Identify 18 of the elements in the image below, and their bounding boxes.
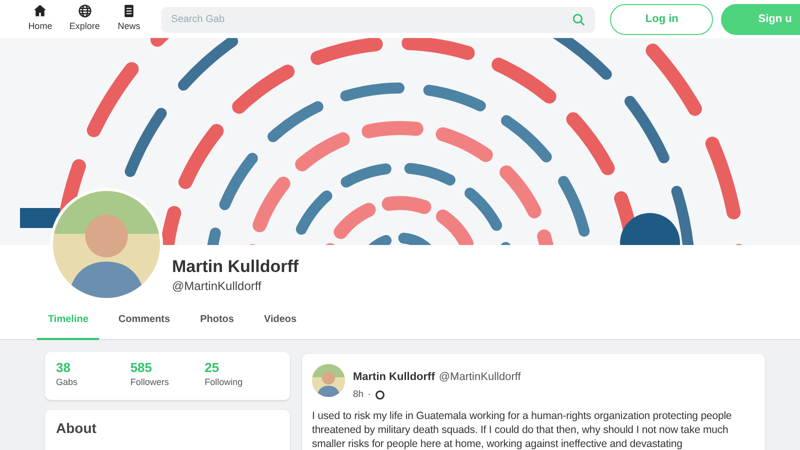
stat-label[interactable]: Following (204, 376, 279, 390)
tab[interactable]: Comments (107, 300, 182, 340)
author-handle[interactable]: @MartinKulldorff (438, 371, 521, 383)
search-field[interactable]: Search Gab (161, 6, 596, 32)
stat-label[interactable]: Followers (130, 376, 205, 390)
nav-link[interactable]: Explore (62, 4, 107, 34)
post-time[interactable]: 8h (353, 388, 364, 402)
post-text: I used to risk my life in Guatemala working for a human-rights organization protecting people threatened by military death squads. If I could do that then, why should I not now take much smaller risks for people here at home, working against ineffective and devastating (312, 409, 733, 450)
profile-handle: @MartinKulldorff (172, 278, 262, 295)
profile-name: Martin Kulldorff (172, 256, 299, 278)
nav-link[interactable]: News (106, 4, 152, 34)
tab[interactable]: Videos (252, 300, 308, 340)
about-heading: About (56, 419, 98, 438)
tab[interactable]: Photos (189, 300, 245, 340)
nav-link[interactable]: Home (18, 4, 62, 34)
separator: · (368, 388, 371, 402)
stat-label[interactable]: Gabs (56, 376, 130, 390)
author-name[interactable]: Martin Kulldorff (353, 371, 435, 383)
